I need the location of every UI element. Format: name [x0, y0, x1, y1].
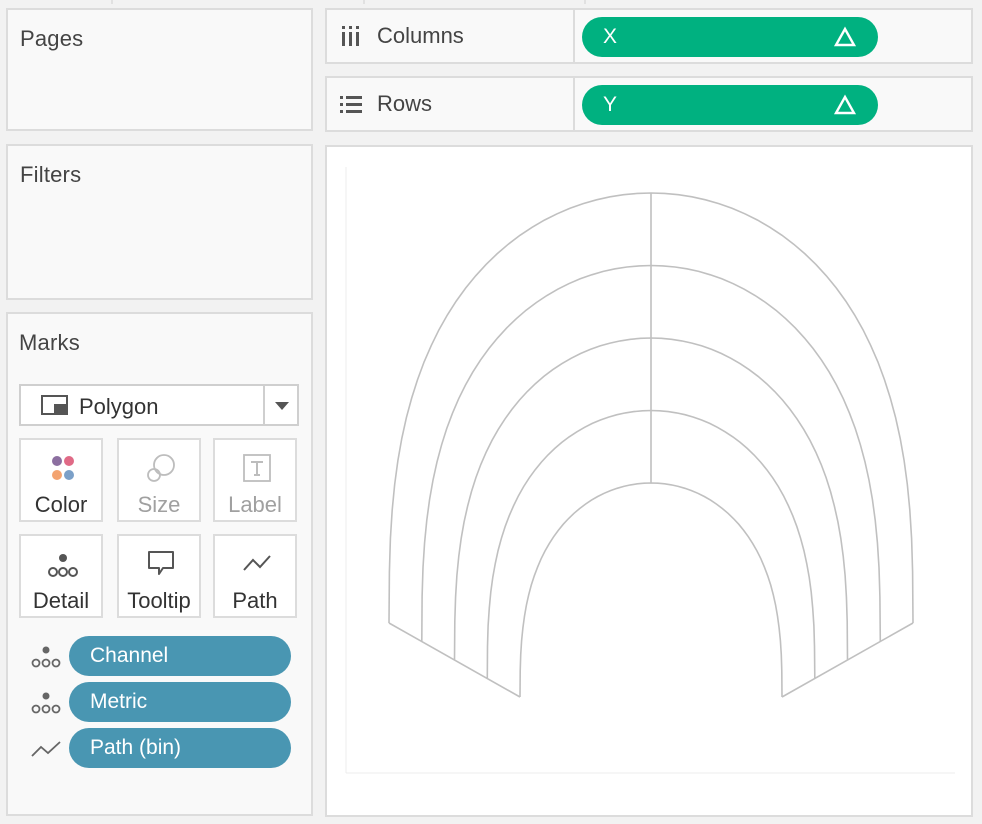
rows-shelf[interactable]: Rows Y: [325, 76, 973, 132]
polygon-bands: [388, 192, 914, 698]
mark-type-dropdown[interactable]: Polygon: [19, 384, 299, 426]
rows-shelf-label: Rows: [327, 78, 575, 130]
path-card-label: Path: [232, 588, 278, 613]
dropdown-divider: [263, 386, 265, 424]
detail-icon: [48, 554, 78, 577]
viz-canvas[interactable]: [325, 145, 973, 817]
color-card[interactable]: Color: [19, 438, 103, 522]
tooltip-card-label: Tooltip: [127, 588, 191, 613]
path-icon: [31, 741, 61, 757]
path-bin-field-pill[interactable]: Path (bin): [69, 728, 291, 768]
rows-label: Rows: [377, 91, 433, 116]
color-card-label: Color: [34, 492, 88, 517]
pages-shelf[interactable]: Pages: [6, 8, 313, 131]
delta-icon: [833, 26, 857, 47]
row-field-label: Y: [603, 93, 618, 116]
label-card[interactable]: Label: [213, 438, 297, 522]
delta-icon: [833, 94, 857, 115]
filters-title: Filters: [20, 162, 82, 187]
pages-title: Pages: [20, 26, 84, 51]
filters-shelf[interactable]: Filters: [6, 144, 313, 300]
chevron-down-icon[interactable]: [273, 400, 291, 412]
label-card-label: Label: [228, 492, 282, 517]
polygon-mark-icon: [41, 395, 68, 415]
metric-field-label: Metric: [90, 690, 148, 713]
columns-icon: [342, 26, 359, 46]
path-icon: [243, 555, 271, 571]
channel-field-pill[interactable]: Channel: [69, 636, 291, 676]
row-field-pill[interactable]: Y: [582, 85, 878, 125]
metric-field-pill[interactable]: Metric: [69, 682, 291, 722]
columns-shelf-label: Columns: [327, 10, 575, 62]
polygon-chart[interactable]: [327, 147, 971, 815]
path-card[interactable]: Path: [213, 534, 297, 618]
detail-card[interactable]: Detail: [19, 534, 103, 618]
top-ruler: [111, 0, 586, 4]
size-icon: [147, 454, 175, 482]
columns-shelf[interactable]: Columns X: [325, 8, 973, 64]
detail-icon: [31, 646, 61, 668]
path-bin-field-label: Path (bin): [90, 736, 182, 759]
label-icon: [243, 454, 271, 482]
channel-field-label: Channel: [90, 644, 169, 667]
size-card[interactable]: Size: [117, 438, 201, 522]
marks-title: Marks: [19, 330, 80, 355]
tooltip-icon: [148, 551, 174, 575]
polygon-band-arc: [519, 482, 783, 698]
column-field-pill[interactable]: X: [582, 17, 878, 57]
tooltip-card[interactable]: Tooltip: [117, 534, 201, 618]
detail-card-label: Detail: [32, 588, 90, 613]
rows-icon: [340, 96, 362, 113]
column-field-label: X: [603, 25, 618, 48]
color-icon: [52, 456, 74, 480]
mark-type-label: Polygon: [79, 394, 159, 419]
size-card-label: Size: [137, 492, 181, 517]
columns-label: Columns: [377, 23, 464, 48]
detail-icon: [31, 692, 61, 714]
